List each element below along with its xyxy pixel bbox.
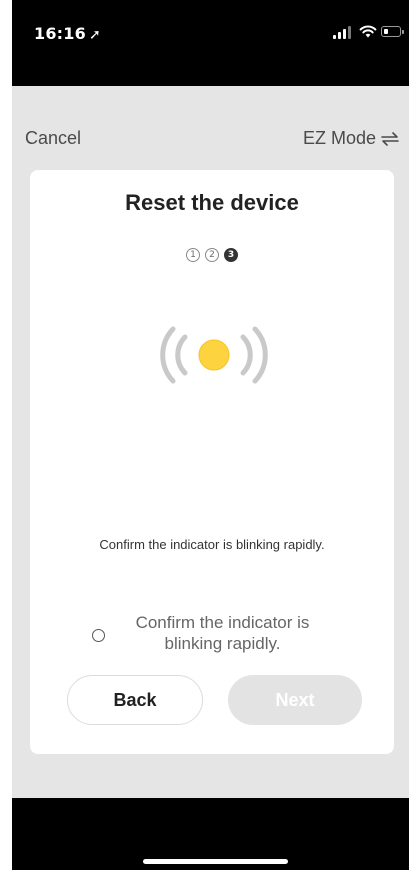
status-bar: 16:16 ➚ xyxy=(12,0,409,86)
confirm-checkbox-label[interactable]: Confirm the indicator is blinking rapidl… xyxy=(113,612,333,654)
cellular-signal-icon xyxy=(333,25,353,39)
blinking-indicator-icon xyxy=(160,326,268,384)
battery-fill xyxy=(383,28,389,34)
status-icons xyxy=(319,25,404,41)
phone-screen: 16:16 ➚ Cancel EZ Mode Reset the device … xyxy=(12,0,409,870)
step-1: 1 xyxy=(186,248,200,262)
instruction-text: Confirm the indicator is blinking rapidl… xyxy=(99,537,325,552)
wifi-icon xyxy=(359,25,377,38)
confirm-checkbox[interactable] xyxy=(91,628,105,642)
card-title: Reset the device xyxy=(125,190,299,215)
cancel-button[interactable]: Cancel xyxy=(25,128,81,149)
step-3-active: 3 xyxy=(224,248,238,262)
next-button[interactable]: Next xyxy=(228,675,362,725)
setup-sheet: Cancel EZ Mode Reset the device 1 2 3 Co… xyxy=(12,86,409,798)
step-2: 2 xyxy=(205,248,219,262)
status-time: 16:16 ➚ xyxy=(34,24,101,43)
home-indicator[interactable] xyxy=(143,859,288,864)
swap-arrows-icon xyxy=(381,131,399,146)
back-button[interactable]: Back xyxy=(67,675,203,725)
time-text: 16:16 xyxy=(34,24,86,43)
confirm-checkbox-row[interactable]: Confirm the indicator is blinking rapidl… xyxy=(30,612,394,654)
ez-mode-toggle[interactable]: EZ Mode xyxy=(303,128,399,149)
location-arrow-icon: ➚ xyxy=(88,27,101,43)
ez-mode-label: EZ Mode xyxy=(302,128,376,148)
reset-device-card: Reset the device 1 2 3 Confirm the indic… xyxy=(30,170,394,754)
step-indicator: 1 2 3 xyxy=(30,248,394,262)
battery-icon xyxy=(381,26,404,37)
